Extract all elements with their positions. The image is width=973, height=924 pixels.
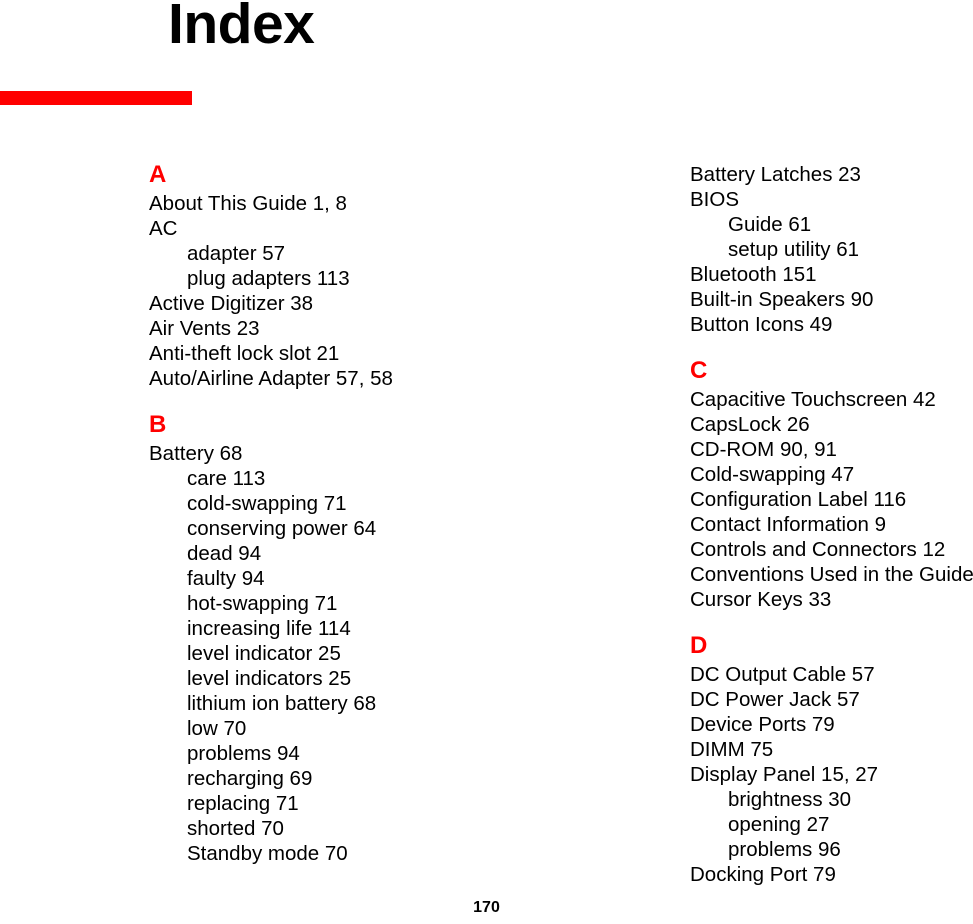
index-entry[interactable]: Auto/Airline Adapter 57, 58 (149, 366, 434, 391)
index-subentry[interactable]: dead 94 (149, 541, 434, 566)
index-entry[interactable]: Battery Latches 23 (690, 162, 973, 187)
section-letter-heading: D (690, 632, 708, 659)
index-section: Battery Latches 23 BIOS Guide 61 setup util… (690, 162, 973, 337)
index-subentry[interactable]: hot-swapping 71 (149, 591, 434, 616)
index-subentry[interactable]: care 113 (149, 466, 434, 491)
index-entry[interactable]: Built-in Speakers 90 (690, 287, 973, 312)
index-subentry[interactable]: recharging 69 (149, 766, 434, 791)
index-section: D DC Output Cable 57 DC Power Jack 57 Devic… (690, 633, 973, 887)
index-entry[interactable]: DC Output Cable 57 (690, 662, 973, 687)
index-entry[interactable]: Configuration Label 116 (690, 487, 973, 512)
index-subentry[interactable]: cold-swapping 71 (149, 491, 434, 516)
index-section: A About This Guide 1, 8 AC adapter 57 plug a… (149, 162, 434, 391)
index-entry[interactable]: Cursor Keys 33 (690, 587, 973, 612)
section-letter-heading: C (690, 357, 708, 384)
index-subentry[interactable]: Guide 61 (690, 212, 973, 237)
index-entry[interactable]: Cold-swapping 47 (690, 462, 973, 487)
index-entry[interactable]: DC Power Jack 57 (690, 687, 973, 712)
index-entry[interactable]: Capacitive Touchscreen 42 (690, 387, 973, 412)
index-entry[interactable]: About This Guide 1, 8 (149, 191, 434, 216)
index-subentry[interactable]: increasing life 114 (149, 616, 434, 641)
index-entry[interactable]: Docking Port 79 (690, 862, 973, 887)
section-letter-heading: B (149, 411, 167, 438)
index-entry[interactable]: Battery 68 (149, 441, 434, 466)
index-entry[interactable]: AC (149, 216, 434, 241)
index-entry[interactable]: Conventions Used in the Guide 8 (690, 562, 973, 587)
index-subentry[interactable]: level indicator 25 (149, 641, 434, 666)
index-subentry[interactable]: setup utility 61 (690, 237, 973, 262)
index-subentry[interactable]: low 70 (149, 716, 434, 741)
page-number: 170 (473, 899, 500, 916)
index-entry[interactable]: CapsLock 26 (690, 412, 973, 437)
index-entry[interactable]: Anti-theft lock slot 21 (149, 341, 434, 366)
index-subentry[interactable]: shorted 70 (149, 816, 434, 841)
index-subentry[interactable]: opening 27 (690, 812, 973, 837)
index-entry[interactable]: BIOS (690, 187, 973, 212)
index-subentry[interactable]: faulty 94 (149, 566, 434, 591)
index-column-right: Battery Latches 23 BIOS Guide 61 setup util… (690, 162, 973, 887)
index-section: B Battery 68 care 113 cold-swapping 71 conse… (149, 412, 434, 866)
index-subentry[interactable]: replacing 71 (149, 791, 434, 816)
index-subentry[interactable]: lithium ion battery 68 (149, 691, 434, 716)
index-section: C Capacitive Touchscreen 42 CapsLock 26 CD-… (690, 358, 973, 612)
index-entry[interactable]: Contact Information 9 (690, 512, 973, 537)
index-subentry[interactable]: adapter 57 (149, 241, 434, 266)
index-column-left: A About This Guide 1, 8 AC adapter 57 plug a… (149, 162, 434, 866)
index-entry[interactable]: Active Digitizer 38 (149, 291, 434, 316)
index-subentry[interactable]: problems 94 (149, 741, 434, 766)
index-subentry[interactable]: problems 96 (690, 837, 973, 862)
page-title: Index (168, 0, 315, 56)
index-entry[interactable]: Bluetooth 151 (690, 262, 973, 287)
red-accent-bar (0, 91, 192, 105)
index-subentry[interactable]: conserving power 64 (149, 516, 434, 541)
index-entry[interactable]: Display Panel 15, 27 (690, 762, 973, 787)
index-entry[interactable]: Device Ports 79 (690, 712, 973, 737)
index-subentry[interactable]: level indicators 25 (149, 666, 434, 691)
index-entry[interactable]: DIMM 75 (690, 737, 973, 762)
index-subentry[interactable]: brightness 30 (690, 787, 973, 812)
index-entry[interactable]: CD-ROM 90, 91 (690, 437, 973, 462)
index-subentry[interactable]: plug adapters 113 (149, 266, 434, 291)
index-subentry[interactable]: Standby mode 70 (149, 841, 434, 866)
index-entry[interactable]: Air Vents 23 (149, 316, 434, 341)
section-letter-heading: A (149, 161, 167, 188)
index-entry[interactable]: Button Icons 49 (690, 312, 973, 337)
index-entry[interactable]: Controls and Connectors 12 (690, 537, 973, 562)
